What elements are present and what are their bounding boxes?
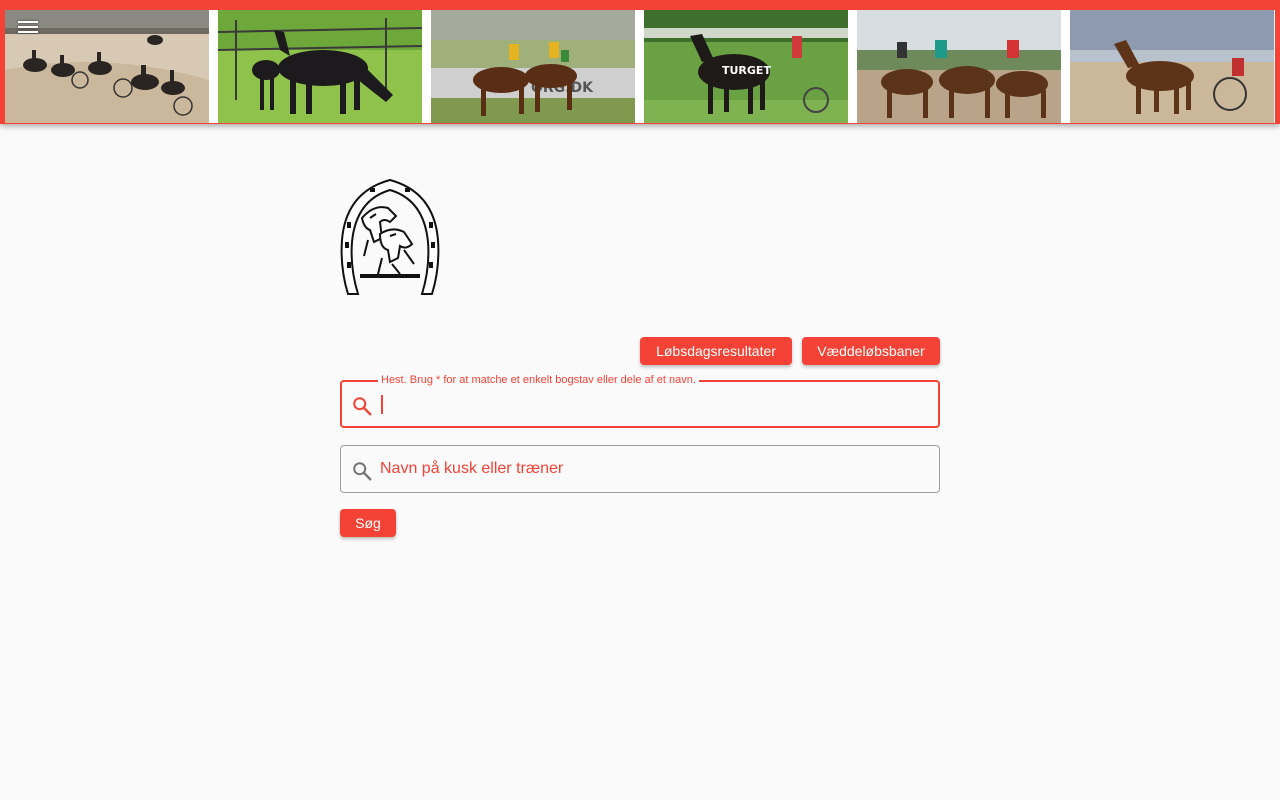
driver-trainer-search-input[interactable]: [380, 446, 930, 492]
photo-mare-foal: [218, 10, 422, 123]
race-day-results-button[interactable]: Løbsdagsresultater: [640, 337, 792, 365]
photo-trotter-sulky: [1070, 10, 1274, 123]
text-cursor: [381, 395, 383, 414]
horse-search-field[interactable]: Hest. Brug * for at matche et enkelt bog…: [340, 373, 940, 428]
photo-gallop-finish: [857, 10, 1061, 123]
search-button[interactable]: Søg: [340, 509, 396, 537]
horseshoe-horses-logo-icon: [340, 178, 440, 296]
search-icon: [351, 460, 373, 482]
hamburger-menu-icon[interactable]: [16, 18, 40, 38]
search-icon: [351, 395, 373, 417]
photo-strip: ORG.DK TURGET: [5, 10, 1275, 123]
photo-winner-trotter: TURGET: [644, 10, 848, 123]
horse-search-input[interactable]: [380, 382, 930, 426]
svg-text:TURGET: TURGET: [722, 64, 771, 77]
race-tracks-button[interactable]: Væddeløbsbaner: [802, 337, 940, 365]
driver-trainer-search-field[interactable]: [340, 445, 940, 493]
header-banner: ORG.DK TURGET: [0, 0, 1280, 124]
photo-gallop-race: ORG.DK: [431, 10, 635, 123]
